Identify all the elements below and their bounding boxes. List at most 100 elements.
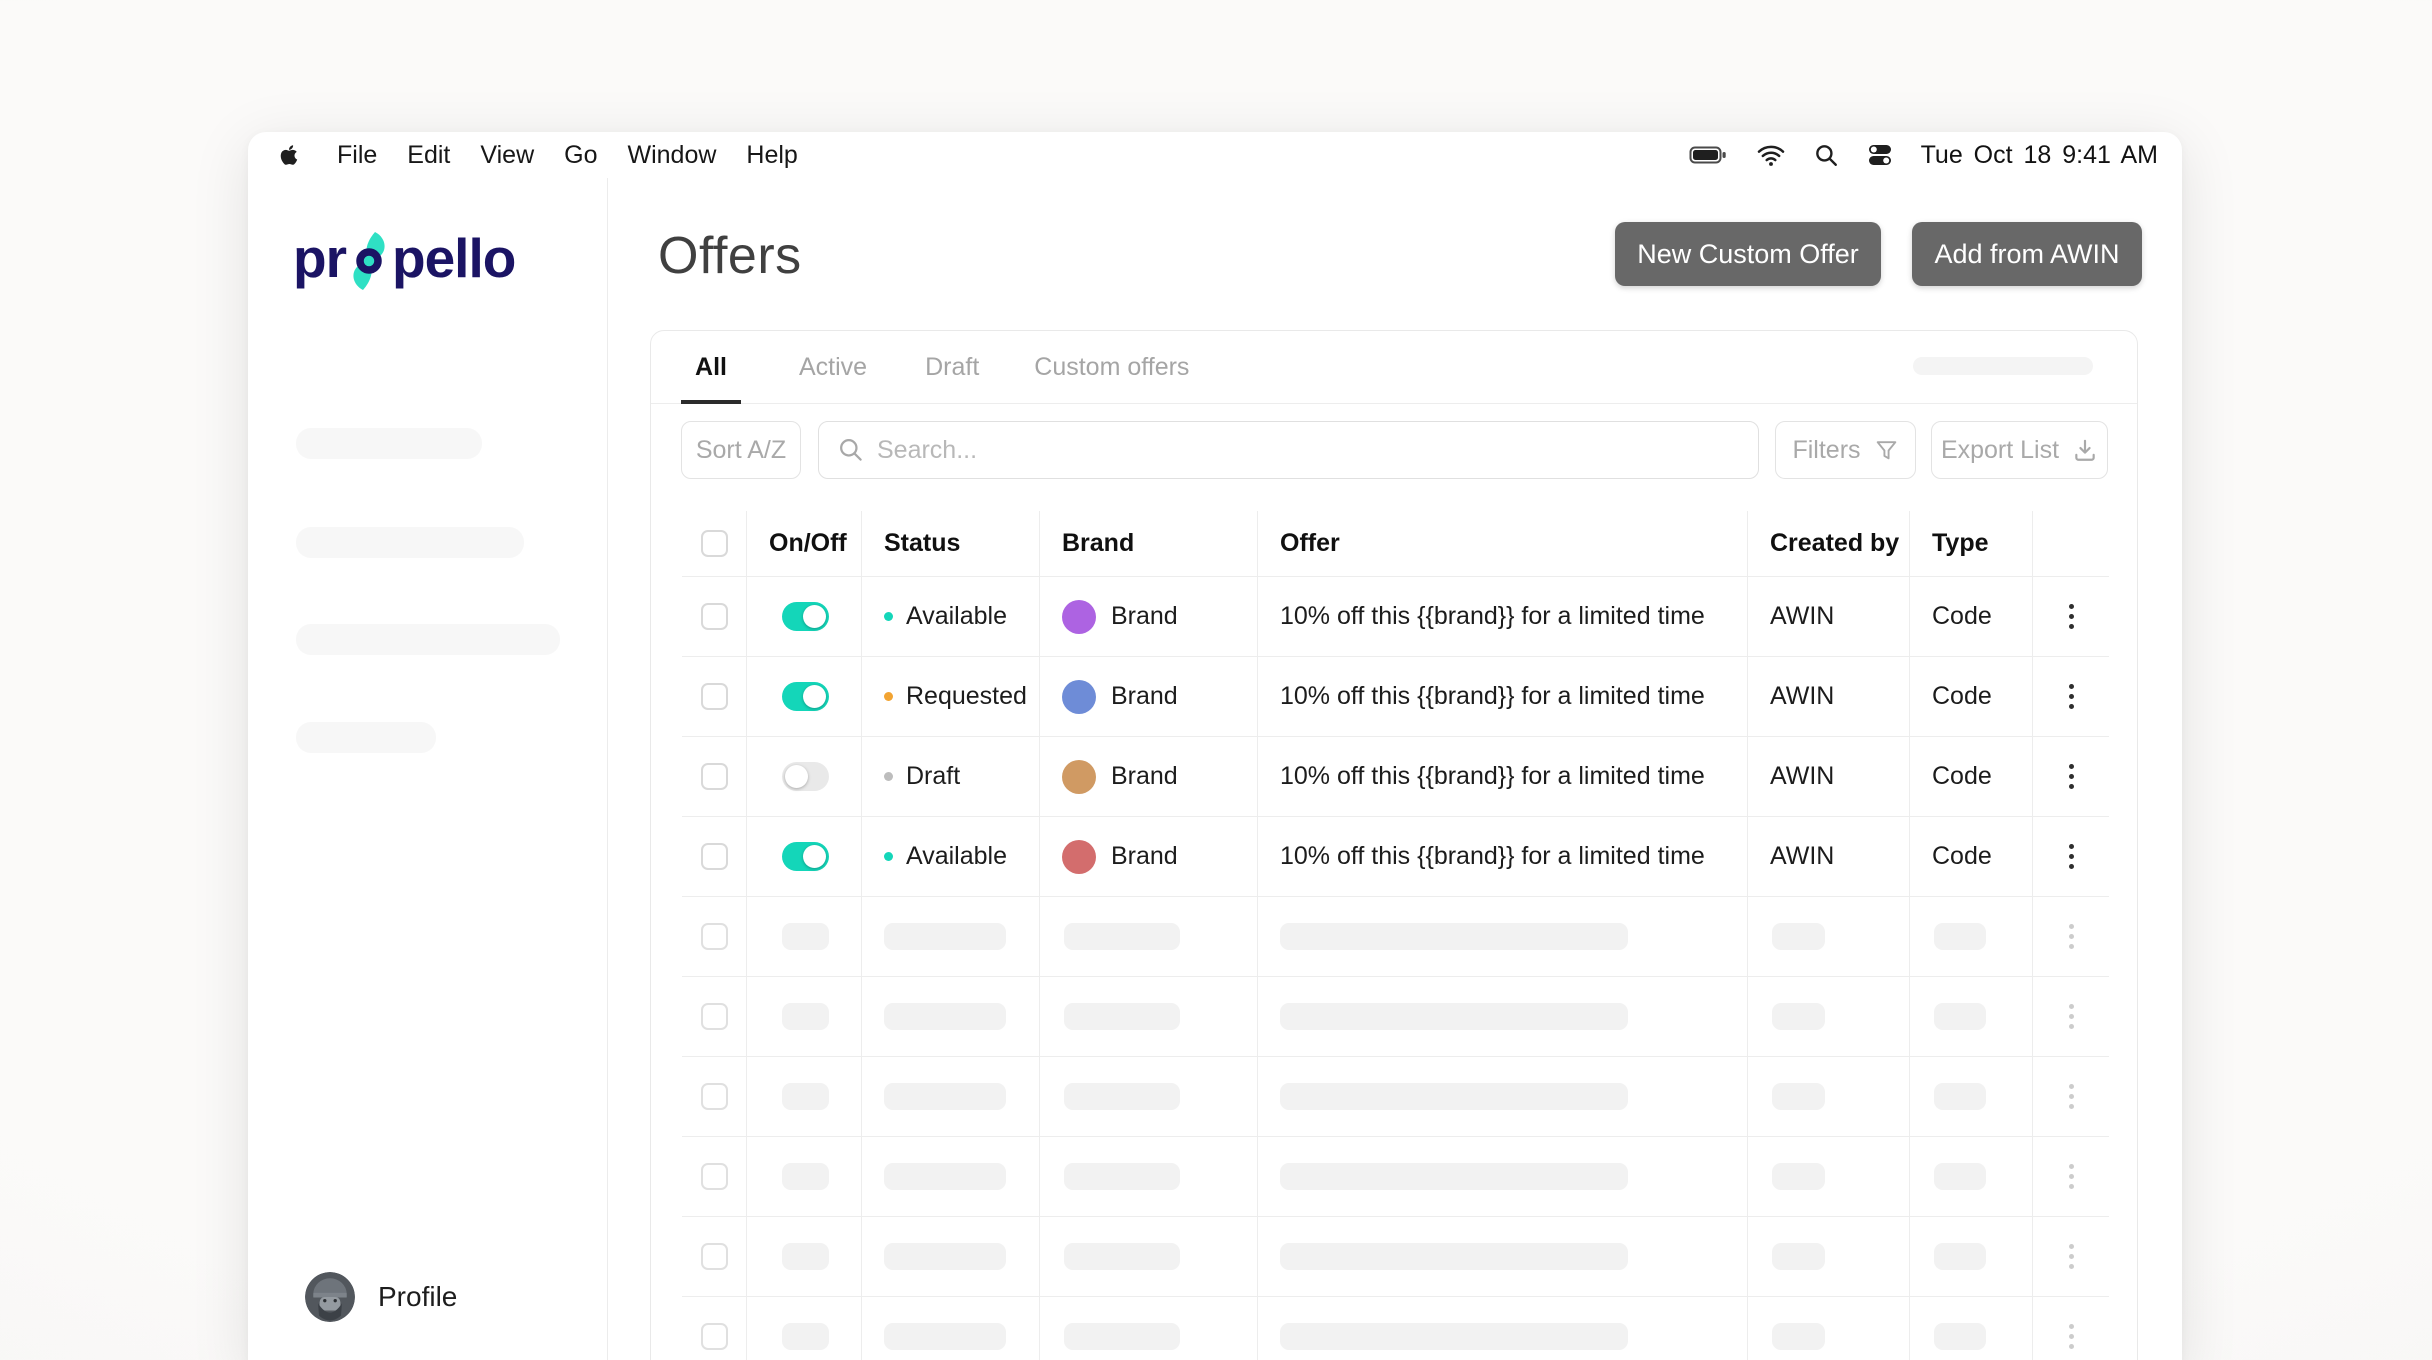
skeleton-pill [1280, 1003, 1628, 1030]
row-checkbox[interactable] [700, 763, 728, 790]
spotlight-search-icon[interactable] [1813, 142, 1839, 168]
filters-button[interactable]: Filters [1775, 421, 1916, 479]
toggle-knob [785, 765, 808, 788]
toggle-knob [803, 685, 826, 708]
apple-menu-icon[interactable] [276, 142, 303, 169]
skeleton-pill [1772, 923, 1825, 950]
offers-table-body: Available Brand 10% off this {{brand}} f… [682, 577, 2109, 1360]
menu-go[interactable]: Go [564, 141, 597, 170]
skeleton-pill [782, 1003, 829, 1030]
skeleton-pill [1772, 1003, 1825, 1030]
sort-button[interactable]: Sort A/Z [681, 421, 801, 479]
menu-file[interactable]: File [337, 141, 377, 170]
menu-window[interactable]: Window [628, 141, 717, 170]
skeleton-pill [1772, 1083, 1825, 1110]
tab-draft[interactable]: Draft [925, 331, 979, 403]
row-menu-icon[interactable] [2063, 1158, 2080, 1195]
export-list-button[interactable]: Export List [1931, 421, 2108, 479]
col-header-offer: Offer [1258, 511, 1748, 576]
row-menu-icon[interactable] [2063, 1078, 2080, 1115]
skeleton-pill [884, 923, 1006, 950]
skeleton-pill [1064, 1323, 1180, 1350]
sidebar-skeleton-item [296, 722, 436, 753]
brand-avatar [1062, 679, 1096, 714]
offer-row-skeleton [682, 1297, 2109, 1360]
row-checkbox[interactable] [700, 603, 728, 630]
row-checkbox[interactable] [700, 1243, 728, 1270]
type-text: Code [1910, 817, 2033, 896]
row-checkbox[interactable] [700, 683, 728, 710]
status-label: Requested [906, 682, 1027, 710]
row-menu-icon[interactable] [2063, 838, 2080, 875]
new-custom-offer-button[interactable]: New Custom Offer [1615, 222, 1881, 286]
skeleton-pill [1934, 1003, 1986, 1030]
sidebar-skeleton-item [296, 527, 524, 558]
row-menu-icon[interactable] [2063, 678, 2080, 715]
row-menu-icon[interactable] [2063, 1318, 2080, 1355]
menu-view[interactable]: View [480, 141, 534, 170]
control-center-icon[interactable] [1866, 142, 1894, 168]
sidebar-skeleton-item [296, 624, 560, 655]
download-icon [2075, 439, 2095, 461]
battery-icon[interactable] [1689, 142, 1729, 168]
filters-label: Filters [1792, 435, 1861, 464]
offer-row-skeleton [682, 977, 2109, 1057]
select-all-checkbox[interactable] [700, 530, 728, 557]
row-menu-icon[interactable] [2063, 918, 2080, 955]
status-dot [884, 692, 893, 701]
on-off-toggle[interactable] [782, 842, 829, 871]
col-header-brand: Brand [1040, 511, 1258, 576]
offer-row: Available Brand 10% off this {{brand}} f… [682, 577, 2109, 657]
menubar-clock[interactable]: Tue Oct 18 9:41 AM [1921, 141, 2158, 170]
brand-label: Brand [1111, 842, 1178, 870]
wifi-icon[interactable] [1756, 143, 1786, 167]
export-list-label: Export List [1940, 435, 2060, 464]
offer-row: Draft Brand 10% off this {{brand}} for a… [682, 737, 2109, 817]
offer-row: Available Brand 10% off this {{brand}} f… [682, 817, 2109, 897]
brand-label: Brand [1111, 602, 1178, 630]
row-menu-icon[interactable] [2063, 998, 2080, 1035]
on-off-toggle[interactable] [782, 602, 829, 631]
row-checkbox[interactable] [700, 843, 728, 870]
page-title: Offers [658, 227, 802, 285]
logo-text-post: pello [392, 227, 516, 289]
row-checkbox[interactable] [700, 1083, 728, 1110]
propello-logo: pr pello [293, 227, 516, 292]
skeleton-pill [1280, 1323, 1628, 1350]
row-menu-icon[interactable] [2063, 758, 2080, 795]
row-menu-icon[interactable] [2063, 598, 2080, 635]
row-checkbox[interactable] [700, 1003, 728, 1030]
tab-custom-offers[interactable]: Custom offers [1034, 331, 1189, 403]
skeleton-pill [1064, 1003, 1180, 1030]
menu-help[interactable]: Help [746, 141, 797, 170]
filter-funnel-icon [1876, 440, 1896, 459]
menu-edit[interactable]: Edit [407, 141, 450, 170]
screen: { "menubar": { "items": ["File", "Edit",… [0, 0, 2432, 1360]
tabs-skeleton-pill [1913, 357, 2093, 375]
row-checkbox[interactable] [700, 1323, 728, 1350]
tab-all[interactable]: All [681, 331, 741, 404]
row-checkbox[interactable] [700, 1163, 728, 1190]
status-label: Available [906, 602, 1008, 630]
on-off-toggle[interactable] [782, 762, 829, 791]
sidebar-skeleton-item [296, 428, 482, 459]
offer-row-skeleton [682, 897, 2109, 977]
row-checkbox[interactable] [700, 923, 728, 950]
offer-row-skeleton [682, 1057, 2109, 1137]
created-by-text: AWIN [1748, 737, 1910, 816]
skeleton-pill [884, 1083, 1006, 1110]
created-by-text: AWIN [1748, 817, 1910, 896]
skeleton-pill [1280, 1243, 1628, 1270]
profile-button[interactable]: Profile [305, 1272, 457, 1322]
skeleton-pill [884, 1323, 1006, 1350]
col-header-status: Status [862, 511, 1040, 576]
row-menu-icon[interactable] [2063, 1238, 2080, 1275]
logo-text-pre: pr [293, 227, 347, 289]
skeleton-pill [884, 1163, 1006, 1190]
type-text: Code [1910, 657, 2033, 736]
search-icon [840, 439, 862, 461]
search-input[interactable] [818, 421, 1759, 479]
on-off-toggle[interactable] [782, 682, 829, 711]
add-from-awin-button[interactable]: Add from AWIN [1912, 222, 2142, 286]
tab-active[interactable]: Active [799, 331, 867, 403]
